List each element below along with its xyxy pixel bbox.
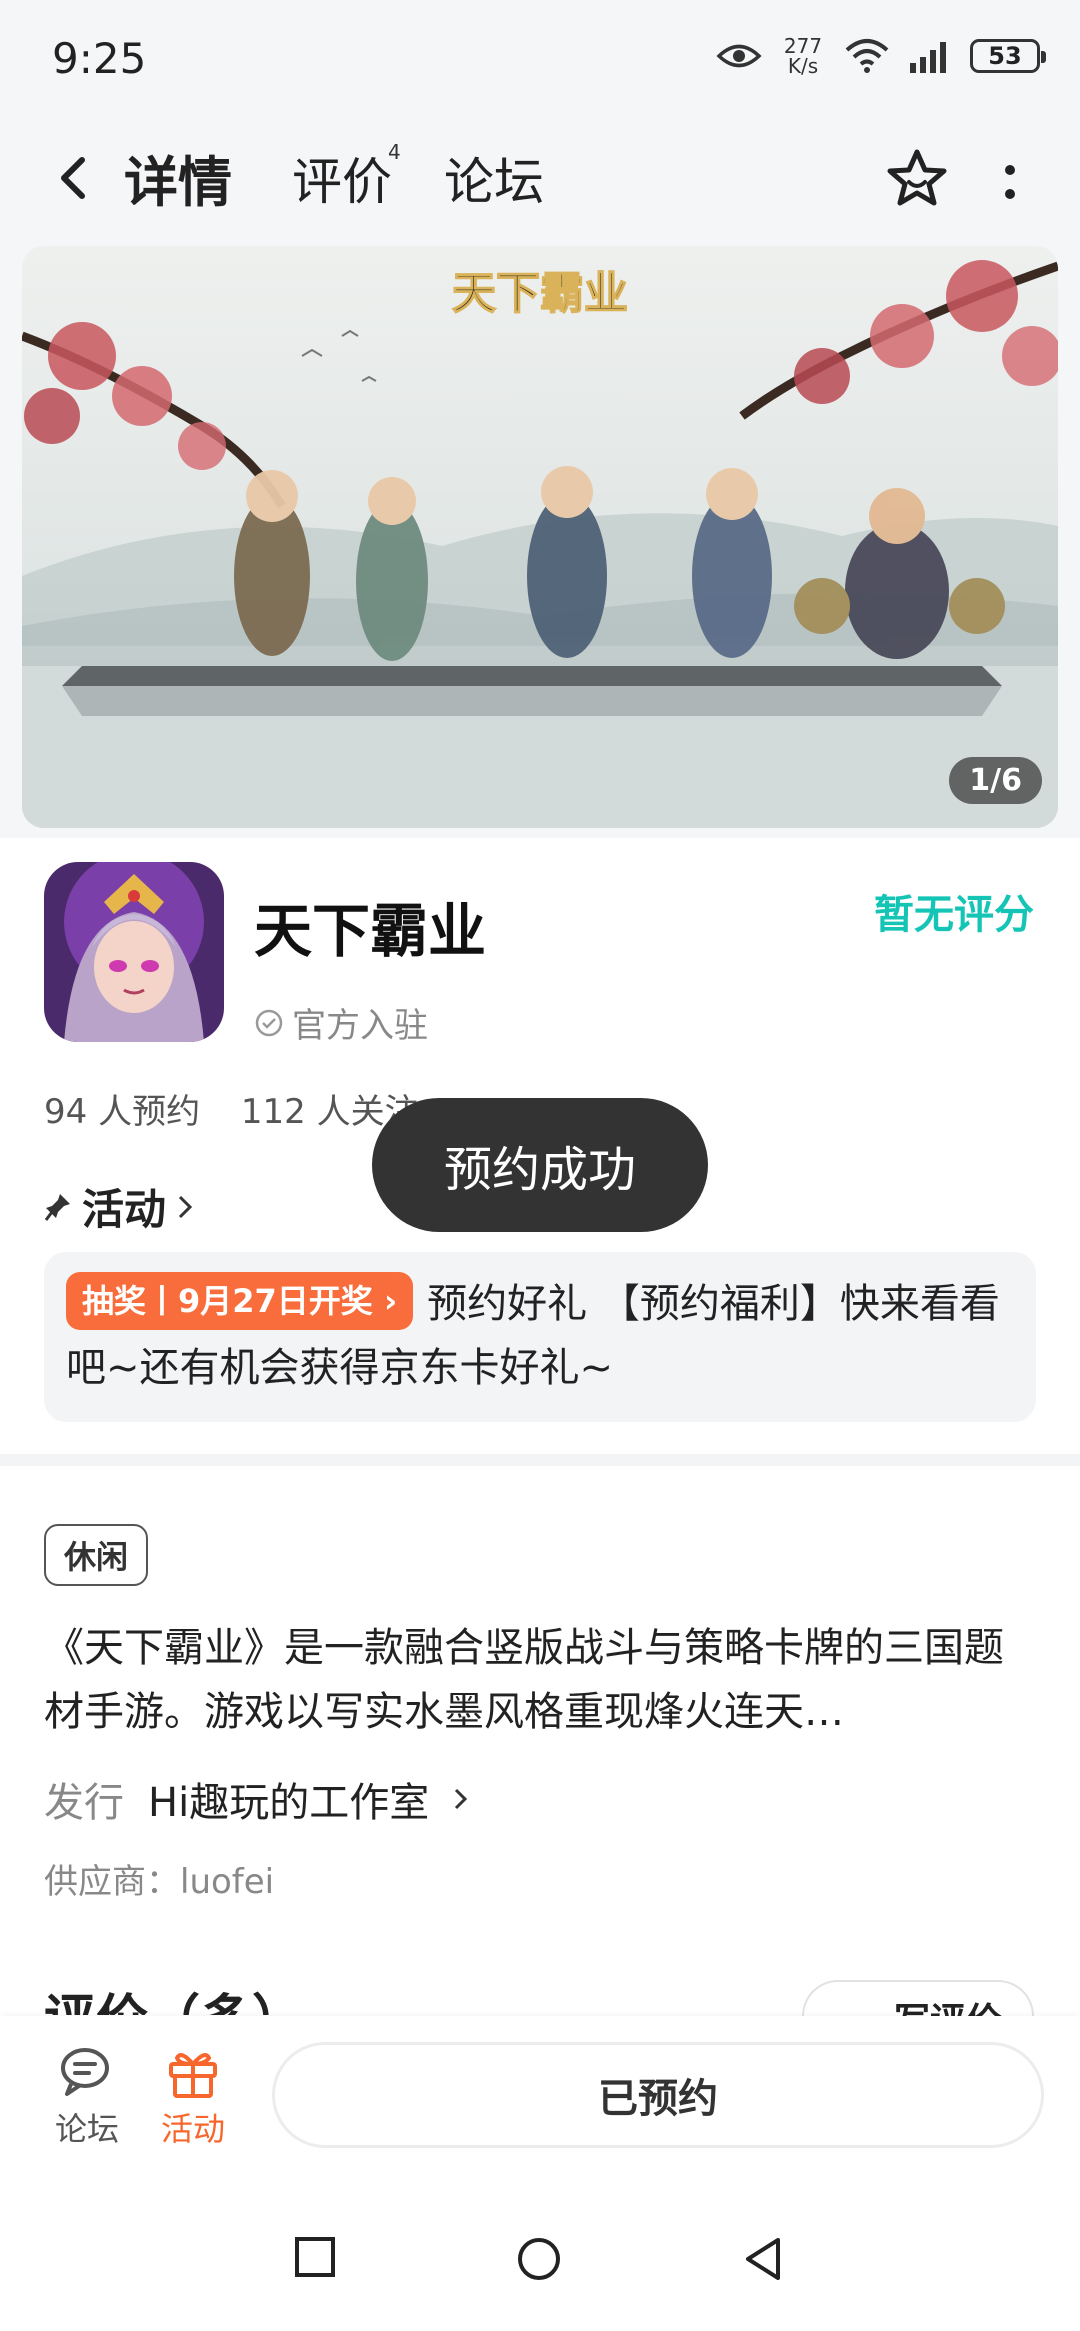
tab-detail[interactable]: 详情: [124, 138, 232, 217]
pin-icon: [44, 1193, 70, 1221]
banner-page-counter: 1/6: [949, 757, 1042, 804]
publisher-label: 发行: [44, 1780, 124, 1826]
lottery-tag[interactable]: 抽奖丨9月27日开奖 ›: [66, 1272, 414, 1330]
forum-icon: [61, 2048, 109, 2096]
publisher-name: Hi趣玩的工作室: [148, 1780, 430, 1826]
bottom-activity-button[interactable]: 活动: [148, 2046, 238, 2150]
status-time: 9:25: [52, 34, 147, 83]
net-speed-value: 277: [783, 34, 823, 58]
activity-card[interactable]: 抽奖丨9月27日开奖 › 预约好礼 【预约福利】快来看看吧~还有机会获得京东卡好礼…: [44, 1252, 1036, 1422]
genre-tag[interactable]: 休闲: [44, 1524, 149, 1586]
tab-forum[interactable]: 论坛: [444, 142, 544, 214]
bottom-activity-label: 活动: [160, 2110, 225, 2148]
status-bar: 9:25 277 K/s 53: [0, 0, 1080, 118]
bottom-action-bar: 论坛 活动 已预约: [0, 2016, 1080, 2196]
section-divider: [0, 1454, 1080, 1466]
tab-review-badge: 4: [388, 140, 401, 164]
bottom-forum-button[interactable]: 论坛: [42, 2046, 132, 2150]
activity-title: 活动: [82, 1185, 167, 1234]
chevron-right-icon: [455, 1788, 468, 1810]
banner-artwork: 天下霸业: [22, 246, 1058, 828]
net-speed: 277 K/s: [780, 36, 826, 76]
banner-logo: 天下霸业: [452, 268, 628, 319]
activity-section-header[interactable]: 活动: [44, 1176, 194, 1237]
official-label: 官方入驻: [292, 1006, 428, 1046]
eye-icon: [716, 44, 762, 68]
rating-label: 暂无评分: [874, 892, 1034, 938]
back-icon[interactable]: [46, 148, 102, 208]
write-review-button[interactable]: 写评价: [802, 1980, 1034, 2016]
home-icon[interactable]: [516, 2236, 562, 2282]
game-title: 天下霸业: [254, 897, 487, 965]
lottery-tag-label: 抽奖丨9月27日开奖: [82, 1282, 373, 1320]
reservation-success-toast: 预约成功: [372, 1098, 708, 1232]
system-back-icon[interactable]: [742, 2236, 784, 2282]
game-app-icon: [44, 862, 224, 1042]
supplier-info: 供应商：luofei: [44, 1862, 275, 1902]
reserved-button[interactable]: 已预约: [272, 2042, 1044, 2148]
signal-icon: [910, 42, 946, 73]
reservation-count: 94 人预约: [44, 1092, 201, 1132]
tab-review[interactable]: 评价: [292, 142, 392, 214]
gift-icon: [169, 2053, 217, 2098]
game-description[interactable]: 《天下霸业》是一款融合竖版战斗与策略卡牌的三国题材手游。游戏以写实水墨风格重现烽…: [44, 1616, 1034, 1744]
net-speed-unit: K/s: [787, 54, 819, 78]
header-nav: 详情 评价 4 论坛: [0, 118, 1080, 238]
reviews-section-title[interactable]: 评价（多）: [44, 1985, 304, 2015]
official-badge: 官方入驻: [254, 998, 428, 1047]
chevron-right-icon: [178, 1195, 193, 1218]
star-icon[interactable]: [884, 146, 950, 212]
wifi-icon: [845, 39, 889, 73]
bottom-forum-label: 论坛: [54, 2110, 119, 2148]
system-navigation-bar: [0, 2196, 1080, 2331]
banner-section: 天下霸业 1/6: [0, 238, 1080, 838]
battery-indicator: 53: [970, 39, 1046, 73]
more-icon[interactable]: [1000, 152, 1020, 212]
game-banner[interactable]: 天下霸业 1/6: [22, 246, 1058, 828]
check-circle-icon: [255, 1009, 283, 1036]
status-icons: 277 K/s 53: [716, 36, 1046, 76]
game-icon-artwork: [44, 862, 224, 1042]
publisher-row[interactable]: 发行 Hi趣玩的工作室: [44, 1770, 469, 1828]
recents-icon[interactable]: [294, 2236, 336, 2278]
